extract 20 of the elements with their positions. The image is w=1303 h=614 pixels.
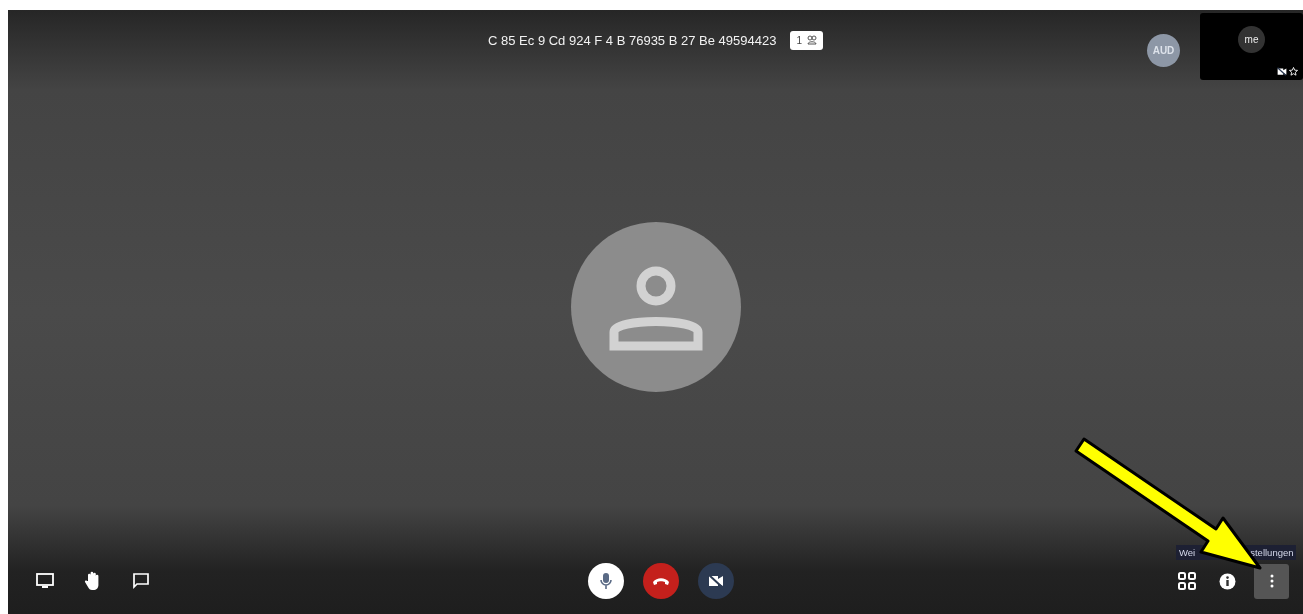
chat-icon (132, 572, 150, 590)
self-avatar: me (1238, 26, 1265, 53)
participant-count-badge[interactable]: 1 (790, 30, 823, 50)
people-icon (806, 35, 817, 45)
more-icon (1269, 574, 1274, 588)
info-icon (1218, 572, 1236, 590)
self-video-tile[interactable]: me (1200, 13, 1303, 80)
tooltip-text: Wei (1179, 547, 1196, 558)
grid-icon (1178, 572, 1196, 590)
tooltip-text: stellungen (1250, 547, 1294, 558)
camera-off-icon (707, 574, 724, 588)
monitor-icon (36, 573, 54, 589)
camera-button[interactable] (697, 563, 734, 599)
microphone-icon (598, 572, 613, 590)
more-options-button[interactable] (1254, 563, 1289, 599)
hang-up-button[interactable] (642, 563, 679, 599)
microphone-button[interactable] (587, 563, 624, 599)
meeting-title: C 85 Ec 9 Cd 924 F 4 B 76935 B 27 Be 49594423 (488, 32, 777, 48)
phone-icon (651, 576, 670, 586)
star-icon (1289, 67, 1298, 76)
